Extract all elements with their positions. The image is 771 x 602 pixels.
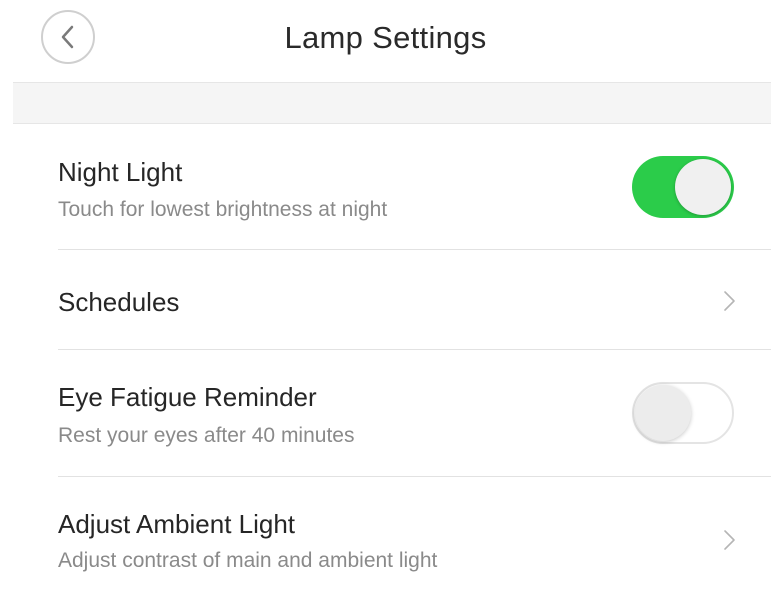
chevron-right-icon <box>724 291 735 311</box>
lamp-settings-screen: Lamp Settings Night Light Touch for lowe… <box>0 0 771 602</box>
toggle-knob <box>675 159 731 215</box>
setting-row-eye-fatigue: Eye Fatigue Reminder Rest your eyes afte… <box>0 350 771 477</box>
setting-label: Adjust Ambient Light <box>58 509 296 539</box>
setting-subtitle: Rest your eyes after 40 minutes <box>58 424 355 447</box>
night-light-toggle[interactable] <box>632 156 734 218</box>
setting-subtitle: Touch for lowest brightness at night <box>58 198 388 221</box>
setting-row-night-light: Night Light Touch for lowest brightness … <box>0 124 771 250</box>
eye-fatigue-toggle[interactable] <box>632 382 734 444</box>
setting-subtitle: Adjust contrast of main and ambient ligh… <box>58 549 438 572</box>
toggle-knob <box>635 385 691 441</box>
chevron-right-icon <box>724 530 735 550</box>
setting-row-ambient-light[interactable]: Adjust Ambient Light Adjust contrast of … <box>0 477 771 602</box>
setting-label: Night Light <box>58 157 183 187</box>
section-spacer <box>13 82 771 124</box>
header-bar: Lamp Settings <box>0 0 771 82</box>
setting-label: Schedules <box>58 287 180 317</box>
setting-row-schedules[interactable]: Schedules <box>0 250 771 350</box>
page-title: Lamp Settings <box>284 20 487 55</box>
setting-label: Eye Fatigue Reminder <box>58 382 317 412</box>
